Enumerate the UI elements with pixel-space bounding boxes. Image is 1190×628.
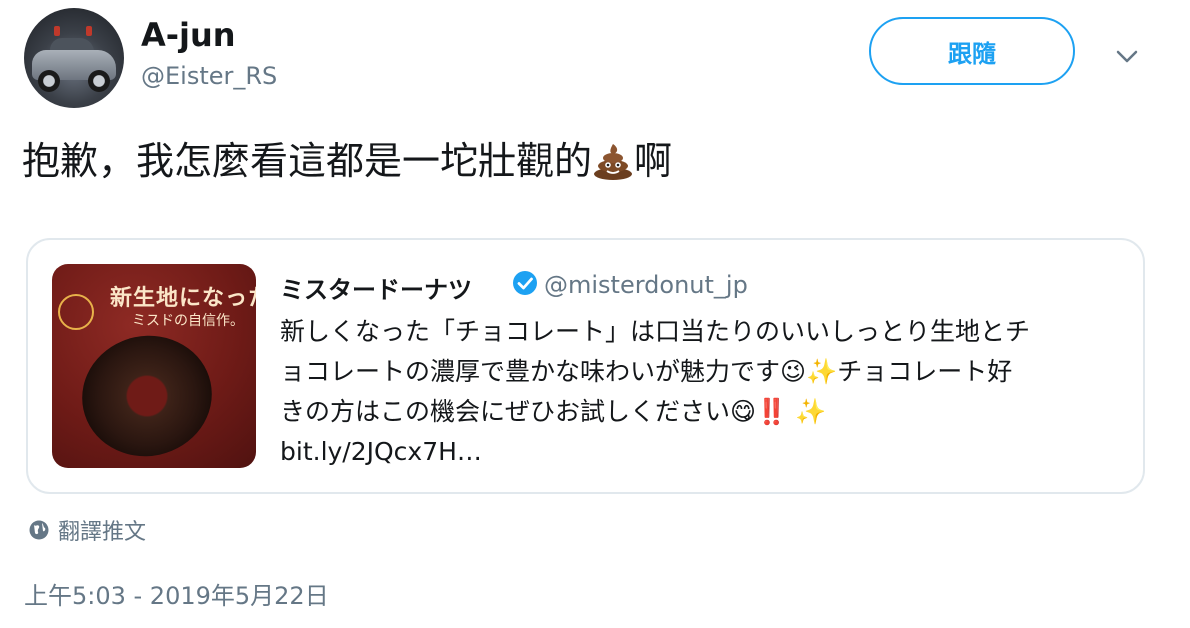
author-name[interactable]: A-jun xyxy=(141,16,236,54)
quoted-text-line: きの方はこの機会にぜひお試しください😋‼️ ✨ xyxy=(280,397,827,426)
quoted-tweet-image[interactable]: 新生地になった ミスドの自信作。 xyxy=(52,264,256,468)
follow-button[interactable]: 跟隨 xyxy=(869,17,1075,85)
image-title: 新生地になった xyxy=(110,285,256,311)
avatar-wheel xyxy=(38,70,60,92)
translate-tweet-button[interactable]: 翻譯推文 xyxy=(28,514,146,546)
avatar-light xyxy=(54,26,60,36)
quoted-text-line: ョコレートの濃厚で豊かな味わいが魅力です😉✨チョコレート好 xyxy=(280,357,1013,386)
tweet-text-main: 抱歉，我怎麼看這都是一坨壯觀的 xyxy=(22,139,593,183)
author-handle[interactable]: @Eister_RS xyxy=(141,62,277,90)
chevron-down-icon[interactable] xyxy=(1112,44,1142,68)
verified-badge-icon xyxy=(513,271,537,295)
globe-icon xyxy=(29,520,49,540)
avatar-light xyxy=(86,26,92,36)
quoted-tweet-text: 新しくなった「チョコレート」は口当たりのいいしっとり生地とチ ョコレートの濃厚で… xyxy=(280,312,1130,472)
donut-graphic xyxy=(70,323,224,468)
pile-of-poo-emoji-icon xyxy=(594,144,633,180)
tweet-text: 抱歉，我怎麼看這都是一坨壯觀的 啊 xyxy=(22,130,672,185)
quoted-tweet-card[interactable]: 新生地になった ミスドの自信作。 ミスタードーナツ @misterdonut_j… xyxy=(26,238,1145,494)
tweet-timestamp[interactable]: 上午5:03 - 2019年5月22日 xyxy=(24,576,329,611)
image-badge xyxy=(58,294,94,330)
translate-label: 翻譯推文 xyxy=(58,520,147,545)
image-subtitle: ミスドの自信作。 xyxy=(132,313,244,329)
quoted-author-handle: @misterdonut_jp xyxy=(544,271,748,299)
quoted-author-name: ミスタードーナツ xyxy=(280,276,472,304)
tweet-text-tail: 啊 xyxy=(634,139,673,183)
quoted-text-line: 新しくなった「チョコレート」は口当たりのいいしっとり生地とチ xyxy=(280,317,1031,346)
avatar[interactable] xyxy=(24,8,124,108)
quoted-tweet-link[interactable]: bit.ly/2JQcx7H… xyxy=(280,432,1130,472)
avatar-wheel xyxy=(88,70,110,92)
